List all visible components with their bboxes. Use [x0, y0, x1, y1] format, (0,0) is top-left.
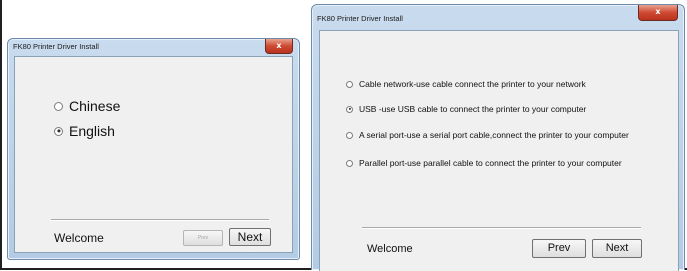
window-title: FK80 Printer Driver Install	[13, 42, 99, 51]
next-button[interactable]: Next	[592, 239, 642, 258]
radio-option-chinese[interactable]: Chinese	[54, 98, 120, 114]
radio-button-icon	[346, 159, 353, 167]
radio-option-parallel-port[interactable]: Parallel port-use parallel cable to conn…	[346, 158, 622, 168]
next-button[interactable]: Next	[229, 228, 271, 246]
radio-option-usb[interactable]: USB -use USB cable to connect the printe…	[346, 104, 586, 114]
radio-option-english[interactable]: English	[54, 123, 115, 139]
close-button[interactable]: x	[265, 39, 293, 54]
connection-select-window: FK80 Printer Driver Install x Cable netw…	[311, 4, 685, 271]
separator-line	[51, 219, 269, 221]
status-text: Welcome	[54, 231, 104, 245]
close-icon: x	[655, 7, 661, 16]
radio-button-selected-icon	[346, 105, 353, 113]
option-label: English	[69, 123, 115, 139]
option-label: Chinese	[69, 98, 121, 114]
radio-option-serial-port[interactable]: A serial port-use a serial port cable,co…	[346, 130, 629, 140]
radio-option-cable-network[interactable]: Cable network-use cable connect the prin…	[346, 79, 586, 89]
radio-button-icon	[346, 131, 353, 139]
prev-button[interactable]: Prev	[532, 239, 586, 258]
window-title: FK80 Printer Driver Install	[317, 14, 403, 23]
option-label: USB -use USB cable to connect the printe…	[359, 104, 587, 114]
radio-button-icon	[346, 80, 353, 88]
radio-button-selected-icon	[54, 126, 63, 136]
status-text: Welcome	[367, 243, 413, 255]
option-label: A serial port-use a serial port cable,co…	[359, 130, 629, 140]
option-label: Cable network-use cable connect the prin…	[359, 79, 586, 89]
radio-button-icon	[54, 101, 63, 111]
window-client-area: Cable network-use cable connect the prin…	[319, 30, 679, 271]
prev-button[interactable]: Prev	[183, 230, 223, 246]
option-label: Parallel port-use parallel cable to conn…	[359, 158, 622, 168]
separator-line	[362, 227, 641, 229]
language-select-window: FK80 Printer Driver Install x Chinese En…	[7, 38, 300, 260]
window-client-area: Chinese English Welcome Prev Next	[14, 56, 293, 253]
close-button[interactable]: x	[638, 5, 678, 21]
close-icon: x	[276, 41, 282, 50]
